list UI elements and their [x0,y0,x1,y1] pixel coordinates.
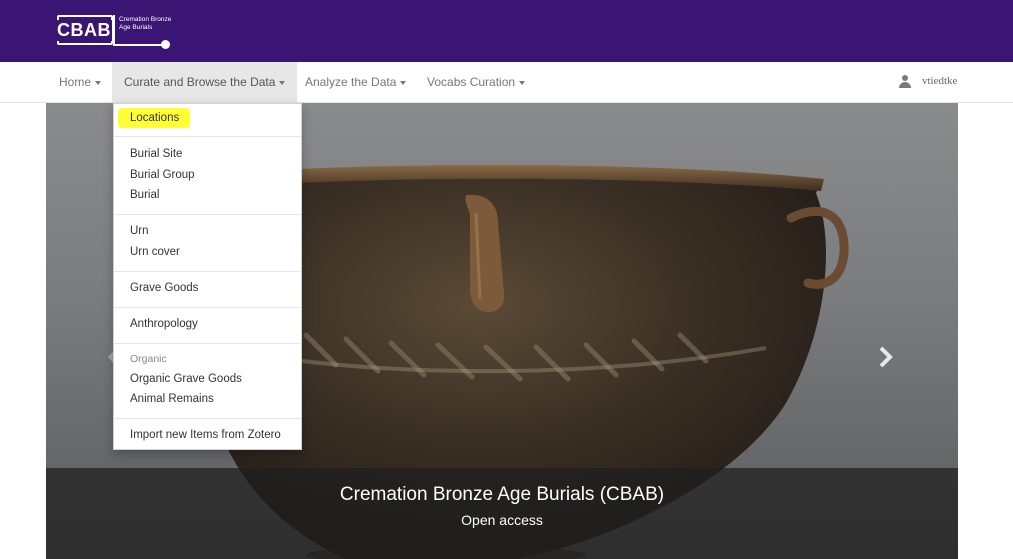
menu-item-anthropology[interactable]: Anthropology [130,318,198,330]
menu-item-locations[interactable]: Locations [130,112,179,124]
chevron-down-icon [519,80,526,85]
nav-home-label: Home [59,75,92,89]
menu-divider [114,136,301,137]
menu-item-urn-cover[interactable]: Urn cover [130,246,180,258]
main-navbar: Home Curate and Browse the Data Analyze … [0,62,1013,103]
chevron-down-icon [279,80,286,85]
nav-home[interactable]: Home [47,62,113,102]
nav-analyze-label: Analyze the Data [305,75,397,89]
chevron-down-icon [95,80,102,85]
menu-divider [114,214,301,215]
menu-item-burial-site[interactable]: Burial Site [130,148,182,160]
curate-browse-dropdown: Locations Burial Site Burial Group Buria… [113,103,302,450]
menu-item-organic-grave-goods[interactable]: Organic Grave Goods [130,373,242,385]
menu-item-burial[interactable]: Burial [130,189,159,201]
user-name: vtiedtke [922,75,958,87]
menu-item-animal-remains[interactable]: Animal Remains [130,393,214,405]
chevron-down-icon [400,80,407,85]
menu-item-burial-group[interactable]: Burial Group [130,169,195,181]
nav-analyze[interactable]: Analyze the Data [293,62,418,102]
menu-item-import-zotero[interactable]: Import new Items from Zotero [130,429,281,441]
logo-connector-horizontal [113,44,163,46]
chevron-right-icon[interactable] [878,346,894,368]
carousel-caption-subtitle: Open access [461,512,543,528]
nav-vocabs-label: Vocabs Curation [427,75,516,89]
nav-curate-label: Curate and Browse the Data [124,75,276,89]
menu-divider [114,307,301,308]
carousel-caption-title: Cremation Bronze Age Burials (CBAB) [339,484,665,505]
menu-item-urn[interactable]: Urn [130,225,149,237]
logo-abbreviation: CBAB [57,20,112,41]
cbab-logo[interactable]: CBAB Cremation Bronze Age Burials [57,15,175,51]
menu-divider [114,271,301,272]
logo-full-name: Cremation Bronze Age Burials [119,16,172,32]
nav-curate-browse[interactable]: Curate and Browse the Data [112,62,298,102]
logo-connector-vertical [113,15,115,46]
site-header: CBAB Cremation Bronze Age Burials [0,0,1013,62]
menu-divider [114,343,301,344]
menu-header-organic: Organic [130,353,167,365]
user-icon [899,75,911,88]
menu-divider [114,418,301,419]
menu-item-grave-goods[interactable]: Grave Goods [130,282,198,294]
logo-dot [161,40,170,49]
nav-vocabs[interactable]: Vocabs Curation [415,62,537,102]
